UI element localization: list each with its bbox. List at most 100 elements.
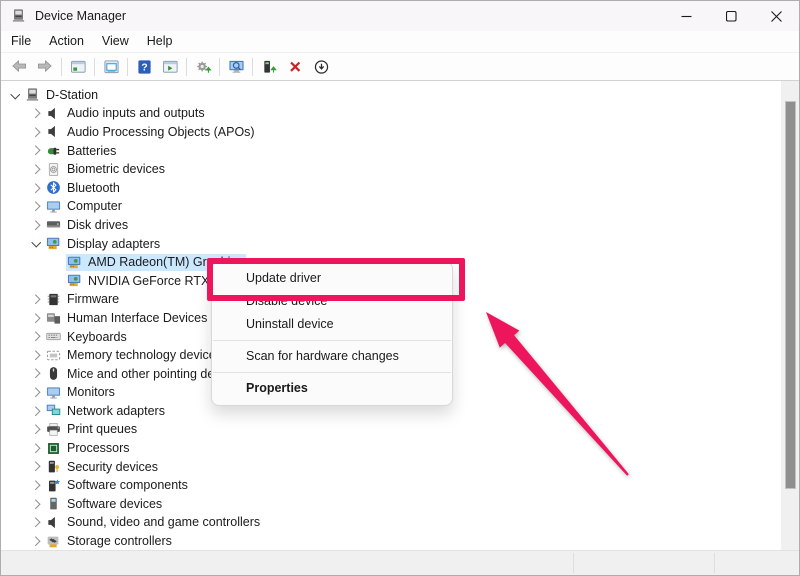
scan-hardware-icon (228, 59, 245, 75)
tree-item-processors[interactable]: Processors (1, 439, 781, 458)
title-bar: Device Manager (1, 1, 799, 31)
tree-item-security-devices[interactable]: Security devices (1, 457, 781, 476)
network-icon (46, 403, 61, 418)
menu-file[interactable]: File (2, 31, 40, 52)
tree-item-label: Memory technology devices (67, 348, 222, 362)
chevron-right-icon[interactable] (28, 291, 45, 307)
tree-item-audio-processing-objects-apos[interactable]: Audio Processing Objects (APOs) (1, 123, 781, 142)
close-button[interactable] (754, 1, 799, 31)
disable-device-button[interactable] (308, 55, 334, 79)
chevron-glyph (31, 518, 40, 527)
chevron-right-icon[interactable] (28, 496, 45, 512)
chevron-glyph (32, 238, 41, 247)
menu-action[interactable]: Action (40, 31, 93, 52)
tree-item-body: Software devices (45, 495, 165, 512)
tree-item-label: Bluetooth (67, 181, 120, 195)
chevron-right-icon[interactable] (28, 347, 45, 363)
disable-device-icon (313, 59, 330, 75)
chevron-right-icon[interactable] (28, 459, 45, 475)
chevron-down-icon[interactable] (7, 87, 24, 103)
battery-icon (46, 143, 61, 158)
menu-separator (213, 340, 451, 341)
tree-item-body: Audio Processing Objects (APOs) (45, 123, 258, 140)
menu-view[interactable]: View (93, 31, 138, 52)
export-list-button[interactable] (157, 55, 183, 79)
tree-item-body: Monitors (45, 384, 118, 401)
chevron-right-icon[interactable] (28, 310, 45, 326)
chevron-right-icon[interactable] (28, 533, 45, 549)
tree-item-d-station[interactable]: D-Station (1, 86, 781, 105)
chevron-spacer (49, 273, 66, 289)
tree-item-label: Human Interface Devices (67, 311, 207, 325)
menu-item-uninstall-device[interactable]: Uninstall device (212, 313, 452, 336)
chevron-right-icon[interactable] (28, 161, 45, 177)
chevron-right-icon[interactable] (28, 329, 45, 345)
tree-item-software-components[interactable]: Software components (1, 476, 781, 495)
tree-item-label: Software devices (67, 497, 162, 511)
tree-item-label: Monitors (67, 385, 115, 399)
minimize-button[interactable] (664, 1, 709, 31)
chevron-glyph (31, 388, 40, 397)
chevron-down-icon[interactable] (28, 236, 45, 252)
help-button[interactable]: ? (131, 55, 157, 79)
tree-item-batteries[interactable]: Batteries (1, 141, 781, 160)
tree-item-body: Keyboards (45, 328, 130, 345)
tree-item-body: Computer (45, 198, 125, 215)
scan-hardware-button[interactable] (223, 55, 249, 79)
menu-help[interactable]: Help (138, 31, 182, 52)
scrollbar-thumb[interactable] (785, 101, 796, 489)
tree-item-biometric-devices[interactable]: Biometric devices (1, 160, 781, 179)
tree-item-print-queues[interactable]: Print queues (1, 420, 781, 439)
chevron-right-icon[interactable] (28, 143, 45, 159)
tree-item-label: Disk drives (67, 218, 128, 232)
menu-item-scan-for-hardware-changes[interactable]: Scan for hardware changes (212, 345, 452, 368)
chevron-right-icon[interactable] (28, 105, 45, 121)
tree-item-body: Sound, video and game controllers (45, 514, 263, 531)
tree-item-label: Keyboards (67, 330, 127, 344)
tree-item-sound-video-and-game-controllers[interactable]: Sound, video and game controllers (1, 513, 781, 532)
tree-item-label: Security devices (67, 460, 158, 474)
tree-item-bluetooth[interactable]: Bluetooth (1, 178, 781, 197)
tree-item-body: Bluetooth (45, 179, 123, 196)
uninstall-device-button[interactable] (282, 55, 308, 79)
chevron-right-icon[interactable] (28, 217, 45, 233)
console-tree-button[interactable] (65, 55, 91, 79)
maximize-button[interactable] (709, 1, 754, 31)
software-component-icon (46, 478, 61, 493)
vertical-scrollbar[interactable] (781, 81, 799, 553)
memory-icon (46, 348, 61, 363)
storage-icon (46, 534, 61, 549)
tree-item-computer[interactable]: Computer (1, 197, 781, 216)
chevron-right-icon[interactable] (28, 421, 45, 437)
chevron-right-icon[interactable] (28, 124, 45, 140)
tree-item-disk-drives[interactable]: Disk drives (1, 216, 781, 235)
tree-item-body: Display adapters (45, 235, 163, 252)
firmware-icon (46, 292, 61, 307)
window-title: Device Manager (35, 9, 126, 23)
chevron-right-icon[interactable] (28, 440, 45, 456)
tree-item-audio-inputs-and-outputs[interactable]: Audio inputs and outputs (1, 104, 781, 123)
update-driver-gear-button[interactable] (190, 55, 216, 79)
menu-item-properties[interactable]: Properties (212, 377, 452, 400)
tree-item-software-devices[interactable]: Software devices (1, 495, 781, 514)
status-bar-divider (573, 553, 574, 573)
chevron-right-icon[interactable] (28, 477, 45, 493)
chevron-spacer (49, 254, 66, 270)
properties-window-icon (103, 59, 120, 75)
forward-button[interactable] (32, 55, 58, 79)
back-button[interactable] (6, 55, 32, 79)
mouse-icon (46, 366, 61, 381)
update-device-button[interactable] (256, 55, 282, 79)
chevron-right-icon[interactable] (28, 403, 45, 419)
chevron-right-icon[interactable] (28, 514, 45, 530)
chevron-right-icon[interactable] (28, 384, 45, 400)
tree-item-label: Firmware (67, 292, 119, 306)
chevron-right-icon[interactable] (28, 198, 45, 214)
properties-window-button[interactable] (98, 55, 124, 79)
tree-item-storage-controllers[interactable]: Storage controllers (1, 532, 781, 551)
chevron-glyph (31, 443, 40, 452)
chevron-right-icon[interactable] (28, 366, 45, 382)
bluetooth-icon (46, 180, 61, 195)
chevron-right-icon[interactable] (28, 180, 45, 196)
tree-item-display-adapters[interactable]: Display adapters (1, 234, 781, 253)
